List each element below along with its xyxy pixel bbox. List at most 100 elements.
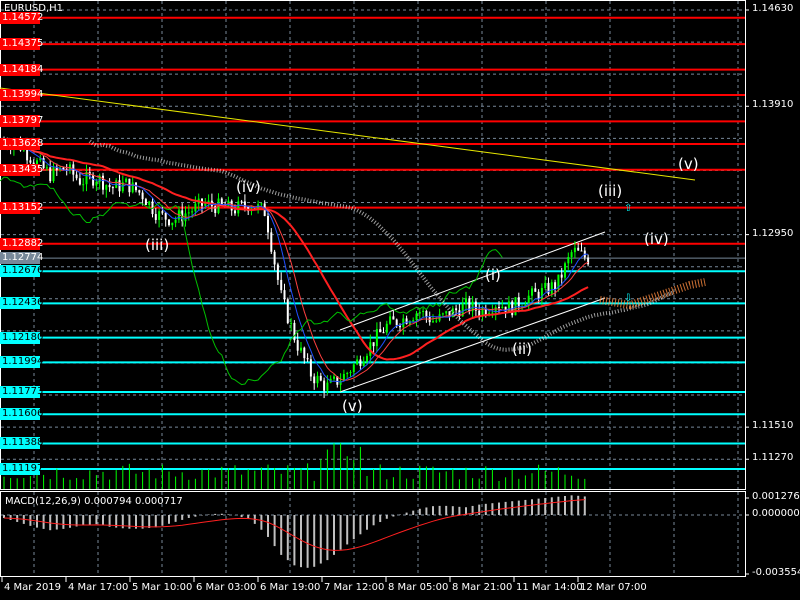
macd-label: MACD(12,26,9) 0.000794 0.000717	[5, 496, 183, 507]
time-axis-label: 8 Mar 21:00	[452, 582, 513, 593]
candle-body	[29, 160, 32, 163]
candle-body	[237, 201, 240, 214]
candle-body	[504, 306, 507, 313]
candle-body	[564, 263, 566, 278]
kijun-line	[3, 140, 589, 383]
candle-body	[111, 187, 114, 189]
candle-body	[220, 198, 223, 205]
resistance-level-tag: 1.13994	[0, 89, 44, 102]
macd-axis-label: 0.000000	[752, 508, 800, 519]
resistance-level-tag: 1.12882	[0, 237, 44, 250]
candle-body	[570, 252, 573, 258]
price-axis-label: 1.13910	[752, 99, 794, 111]
candle-body	[352, 364, 355, 373]
candle-body	[141, 192, 144, 200]
candle-body	[75, 174, 78, 179]
candle-body	[366, 355, 368, 362]
candle-body	[194, 203, 197, 212]
candle-body	[234, 210, 236, 214]
candle-body	[283, 290, 286, 300]
candle-body	[270, 232, 273, 252]
chart-window[interactable]: EURUSD,H1 MACD(12,26,9) 0.000794 0.00071…	[0, 0, 800, 600]
candle-body	[375, 329, 378, 347]
candle-body	[293, 322, 296, 341]
time-axis-label: 12 Mar 07:00	[580, 582, 647, 593]
candle-body	[323, 380, 326, 391]
candle-body	[491, 312, 494, 314]
candle-body	[26, 148, 29, 161]
candle-body	[187, 212, 190, 214]
resistance-level-tag: 1.13435	[0, 163, 44, 176]
wave-label: (iv)	[644, 230, 669, 248]
candle-body	[260, 203, 263, 205]
support-level-tag: 1.12436	[0, 297, 44, 310]
candle-body	[425, 310, 428, 317]
wave-label: (v)	[678, 155, 699, 173]
candle-body	[158, 211, 161, 220]
candle-body	[389, 316, 392, 324]
candle-body	[379, 329, 382, 333]
price-axis-label: 1.11270	[752, 452, 794, 464]
resistance-level-tag: 1.14572	[0, 11, 44, 24]
candle-body	[161, 211, 164, 213]
candle-body	[82, 184, 85, 186]
candle-body	[418, 312, 421, 314]
arrow-down-icon: ⇩	[624, 293, 633, 304]
candle-body	[125, 178, 128, 183]
candle-body	[560, 274, 563, 278]
candle-body	[92, 174, 95, 186]
candle-body	[78, 178, 81, 185]
candle-body	[573, 247, 576, 253]
candle-body	[191, 211, 194, 213]
candle-body	[171, 222, 174, 226]
ichimoku-cloud	[88, 139, 675, 352]
candle-body	[108, 185, 111, 188]
candle-body	[415, 313, 418, 321]
candle-body	[290, 322, 293, 324]
candle-body	[362, 361, 365, 366]
candle-body	[303, 347, 306, 359]
candle-body	[372, 342, 375, 347]
candle-body	[316, 375, 319, 384]
candle-body	[276, 264, 279, 280]
candle-body	[587, 257, 590, 265]
candle-body	[567, 257, 570, 264]
support-level-tag: 1.11994	[0, 356, 44, 369]
candle-body	[395, 319, 398, 326]
candle-body	[405, 318, 408, 324]
candle-body	[148, 201, 151, 205]
macd-axis-label: -0.003554	[752, 567, 800, 578]
candle-body	[296, 340, 299, 351]
arrow-up-icon: ⇧	[624, 203, 633, 214]
candle-body	[577, 247, 580, 251]
candle-body	[346, 373, 349, 375]
candle-body	[455, 308, 458, 311]
candle-body	[309, 359, 312, 377]
support-level-tag: 1.11388	[0, 437, 44, 450]
candle-body	[95, 181, 98, 186]
candle-body	[392, 316, 395, 320]
price-axis-label: 1.11510	[752, 420, 794, 432]
candle-body	[319, 375, 322, 381]
candle-body	[498, 306, 500, 309]
candle-body	[517, 297, 520, 308]
candle-body	[359, 359, 362, 366]
candle-body	[501, 306, 504, 309]
macd-axis-label: 0.001276	[752, 491, 800, 502]
candle-body	[445, 311, 448, 314]
candle-body	[52, 166, 55, 182]
time-axis-label: 11 Mar 14:00	[516, 582, 583, 593]
candle-body	[478, 310, 481, 316]
time-axis-label: 8 Mar 05:00	[388, 582, 449, 593]
candle-body	[534, 288, 537, 292]
candle-body	[105, 185, 108, 190]
candle-body	[154, 214, 157, 220]
resistance-level-tag: 1.13152	[0, 201, 44, 214]
candle-body	[580, 250, 583, 252]
candle-body	[544, 282, 547, 288]
chart-canvas[interactable]	[0, 0, 800, 600]
resistance-level-tag: 1.13628	[0, 137, 44, 150]
candle-body	[432, 321, 434, 323]
support-level-tag: 1.12180	[0, 331, 44, 344]
candle-body	[441, 313, 444, 315]
